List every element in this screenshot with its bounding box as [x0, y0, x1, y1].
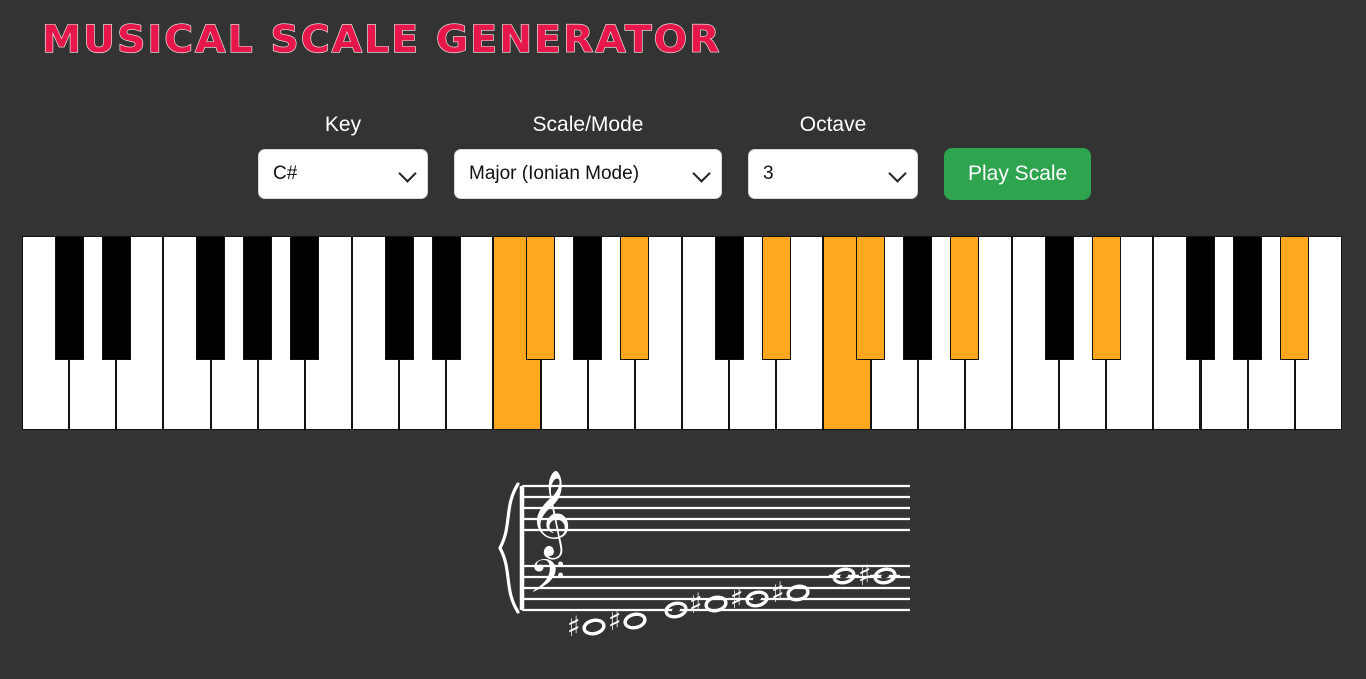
treble-clef-icon: 𝄞	[528, 470, 572, 560]
piano-black-key[interactable]	[243, 236, 273, 360]
piano-black-key[interactable]	[573, 236, 603, 360]
key-select-value: C#	[273, 163, 298, 184]
page-title: Musical Scale Generator	[41, 17, 722, 61]
controls-bar: Key C# Scale/Mode Major (Ionian Mode) Oc…	[258, 112, 1092, 200]
piano-black-key[interactable]	[526, 236, 556, 360]
scale-select-value: Major (Ionian Mode)	[469, 163, 640, 184]
piano-black-key[interactable]	[54, 236, 84, 360]
sharp-accidental-icon: ♯	[730, 582, 744, 615]
piano-black-key[interactable]	[196, 236, 226, 360]
chevron-down-icon	[398, 164, 417, 183]
scale-label: Scale/Mode	[532, 113, 644, 136]
octave-select[interactable]: 3	[748, 149, 918, 199]
piano-black-key[interactable]	[903, 236, 933, 360]
staff-note: ♯	[567, 610, 606, 643]
piano-black-key[interactable]	[1233, 236, 1263, 360]
piano-black-key[interactable]	[950, 236, 980, 360]
sharp-accidental-icon: ♯	[771, 576, 785, 609]
piano-black-key[interactable]	[714, 236, 744, 360]
staff-note: ♯	[689, 587, 728, 620]
piano-black-key[interactable]	[1186, 236, 1215, 360]
octave-label: Octave	[799, 113, 867, 136]
sharp-accidental-icon: ♯	[689, 587, 703, 620]
key-select[interactable]: C#	[258, 149, 428, 199]
key-control-group: Key C#	[258, 112, 428, 199]
sharp-accidental-icon: ♯	[608, 604, 622, 637]
piano-black-key[interactable]	[101, 236, 131, 360]
staff-note: ♯	[771, 576, 810, 609]
piano-black-key[interactable]	[1091, 236, 1121, 360]
grand-staff-svg: 𝄞𝄢♯ ♯♯ ♯ ♯♯	[498, 470, 910, 643]
piano-keyboard[interactable]	[22, 236, 1342, 430]
piano-black-key[interactable]	[431, 236, 461, 360]
scale-select[interactable]: Major (Ionian Mode)	[454, 149, 722, 199]
piano-black-key[interactable]	[856, 236, 886, 360]
key-label: Key	[324, 113, 362, 136]
music-staff: 𝄞 𝄢 ♯ ♯ ♯ ♯ ♯ ♯	[494, 470, 914, 662]
piano-black-key[interactable]	[761, 236, 791, 360]
scale-control-group: Scale/Mode Major (Ionian Mode)	[454, 112, 722, 199]
octave-control-group: Octave 3	[748, 112, 918, 199]
bass-clef-icon: 𝄢	[529, 550, 565, 615]
octave-select-value: 3	[763, 163, 774, 184]
play-scale-button[interactable]: Play Scale	[944, 148, 1092, 200]
chevron-down-icon	[692, 164, 711, 183]
piano-black-key[interactable]	[1280, 236, 1310, 360]
sharp-accidental-icon: ♯	[858, 559, 872, 592]
staff-note	[829, 567, 859, 585]
piano-black-key[interactable]	[1044, 236, 1074, 360]
piano-black-key[interactable]	[620, 236, 650, 360]
sharp-accidental-icon: ♯	[567, 610, 581, 643]
chevron-down-icon	[888, 164, 907, 183]
piano-black-key[interactable]	[384, 236, 414, 360]
piano-black-key[interactable]	[290, 236, 320, 360]
